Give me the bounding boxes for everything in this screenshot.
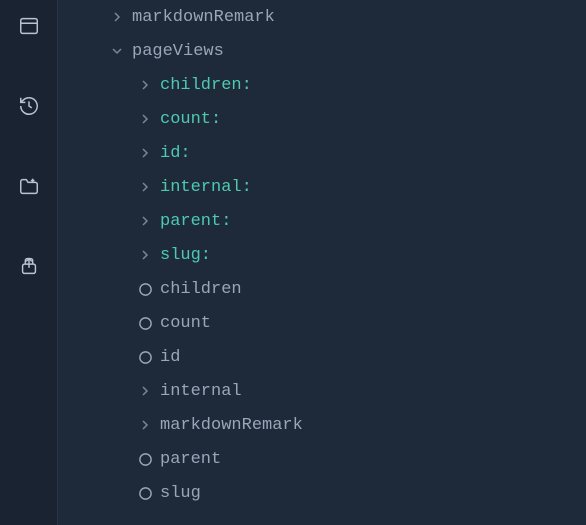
tree-item-label: internal: [160, 382, 242, 401]
chevron-right-icon: [136, 386, 154, 396]
tree-item[interactable]: slug:: [58, 238, 586, 272]
tree-item-label: pageViews: [132, 42, 224, 61]
tree-item[interactable]: id: [58, 340, 586, 374]
chevron-right-icon: [136, 182, 154, 192]
tree-item-label: count:: [160, 110, 221, 129]
tree-item[interactable]: internal:: [58, 170, 586, 204]
tree-item-label: parent: [160, 450, 221, 469]
panel-icon[interactable]: [17, 14, 41, 38]
tree-item[interactable]: parent:: [58, 204, 586, 238]
tree-item[interactable]: parent: [58, 442, 586, 476]
chevron-right-icon: [136, 114, 154, 124]
sidebar: [0, 0, 58, 525]
tree-item-label: markdownRemark: [160, 416, 303, 435]
history-icon[interactable]: [17, 94, 41, 118]
explorer-tree: markdownRemark pageViews children: count: id…: [58, 0, 586, 525]
tree-item-label: slug:: [160, 246, 211, 265]
tree-item[interactable]: markdownRemark: [58, 0, 586, 34]
tree-item[interactable]: id:: [58, 136, 586, 170]
chevron-right-icon: [136, 148, 154, 158]
tree-item[interactable]: count:: [58, 102, 586, 136]
tree-item[interactable]: count: [58, 306, 586, 340]
leaf-circle-icon: [136, 486, 154, 501]
chevron-right-icon: [136, 80, 154, 90]
tree-item-label: slug: [160, 484, 201, 503]
chevron-right-icon: [136, 216, 154, 226]
folder-icon[interactable]: [17, 174, 41, 198]
tree-item-label: markdownRemark: [132, 8, 275, 27]
share-icon[interactable]: [17, 254, 41, 278]
tree-item-label: children:: [160, 76, 252, 95]
tree-item[interactable]: slug: [58, 476, 586, 510]
leaf-circle-icon: [136, 452, 154, 467]
tree-item-label: id: [160, 348, 180, 367]
tree-item-label: children: [160, 280, 242, 299]
chevron-right-icon: [136, 420, 154, 430]
chevron-right-icon: [108, 12, 126, 22]
tree-item[interactable]: internal: [58, 374, 586, 408]
chevron-down-icon: [108, 46, 126, 56]
tree-item[interactable]: markdownRemark: [58, 408, 586, 442]
tree-item[interactable]: children: [58, 272, 586, 306]
tree-item[interactable]: children:: [58, 68, 586, 102]
chevron-right-icon: [136, 250, 154, 260]
tree-item[interactable]: pageViews: [58, 34, 586, 68]
tree-item-label: parent:: [160, 212, 231, 231]
tree-item-label: internal:: [160, 178, 252, 197]
leaf-circle-icon: [136, 316, 154, 331]
tree-item-label: count: [160, 314, 211, 333]
leaf-circle-icon: [136, 282, 154, 297]
leaf-circle-icon: [136, 350, 154, 365]
tree-item-label: id:: [160, 144, 191, 163]
